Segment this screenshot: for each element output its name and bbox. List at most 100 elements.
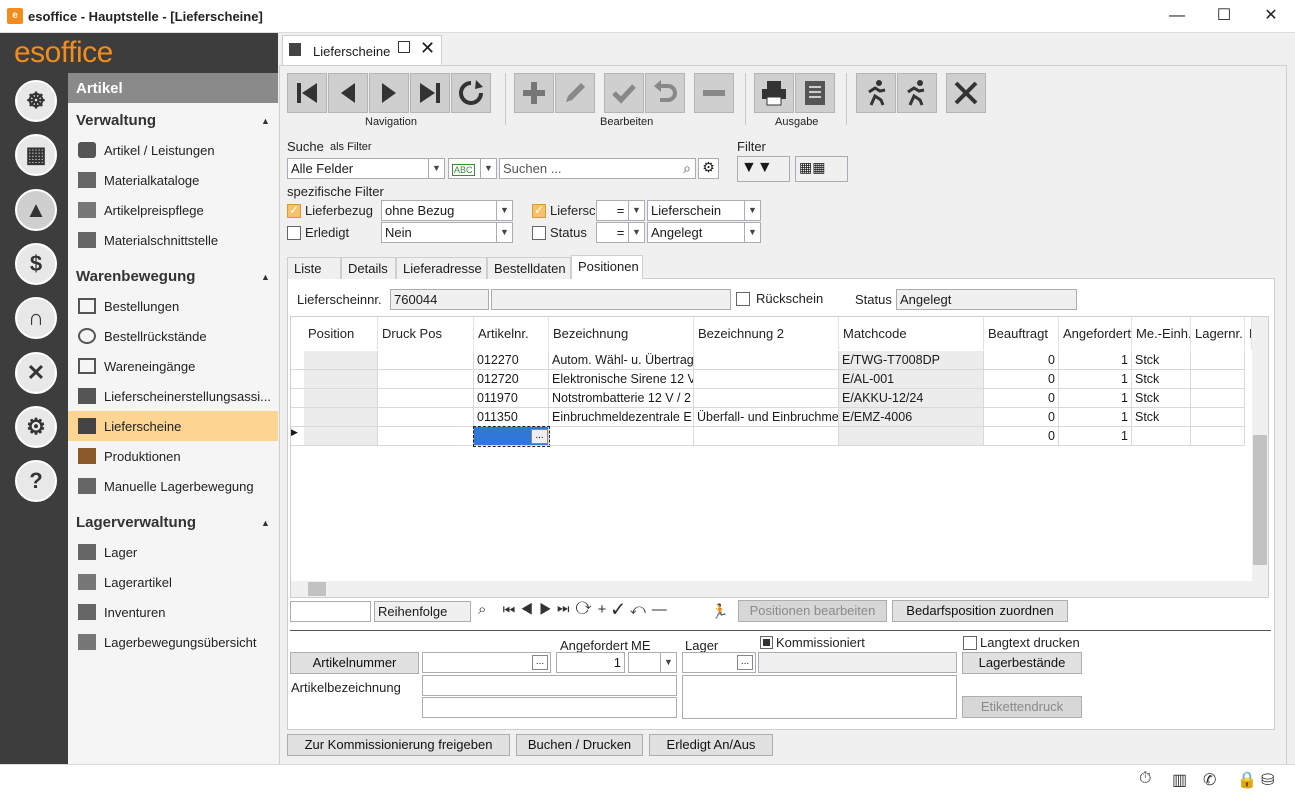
column-header[interactable]: Beauftragt	[984, 317, 1059, 350]
nav-item-bestellungen[interactable]: Bestellungen	[68, 291, 278, 321]
grid-cell[interactable]	[378, 389, 474, 408]
nav-item-wareneingaenge[interactable]: Wareneingänge	[68, 351, 278, 381]
headset-icon[interactable]: ∩	[15, 297, 57, 339]
tab-liste[interactable]: Liste	[287, 257, 341, 279]
grid-cell[interactable]: E/EMZ-4006	[839, 408, 984, 427]
column-header[interactable]: Bezeichnung 2	[694, 317, 839, 350]
grid-cell[interactable]: 0	[984, 427, 1059, 446]
grid-cell[interactable]	[694, 351, 839, 370]
search-input[interactable]: Suchen ... ⌕	[499, 158, 696, 179]
nav-item-lieferscheine[interactable]: Lieferscheine	[68, 411, 278, 441]
filter-funnel-button[interactable]: ▼▼	[737, 156, 790, 182]
grid-cell[interactable]: E/TWG-T7008DP	[839, 351, 984, 370]
grid-cell[interactable]: 011970	[474, 389, 549, 408]
grid-cell[interactable]	[378, 351, 474, 370]
lieferscheintyp-operator[interactable]: = ▼	[596, 200, 645, 221]
refresh-button[interactable]	[451, 73, 491, 113]
wheel-icon[interactable]: ☸	[15, 80, 57, 122]
search-mode-select[interactable]: ABC ▼	[448, 158, 497, 179]
column-header[interactable]: Matchcode	[839, 317, 984, 350]
help-icon[interactable]: ?	[15, 460, 57, 502]
grid-cell[interactable]: Stck	[1132, 370, 1191, 389]
grid-cell[interactable]: Notstrombatterie 12 V / 2	[549, 389, 694, 408]
grid-cell[interactable]: Stck	[1132, 351, 1191, 370]
column-header[interactable]: Bezeichnung	[549, 317, 694, 350]
column-header[interactable]: L	[1245, 317, 1252, 350]
minimize-button[interactable]: —	[1154, 0, 1200, 32]
money-icon[interactable]: $	[15, 243, 57, 285]
grid-cell[interactable]: 0	[984, 370, 1059, 389]
tools-icon[interactable]: ✕	[15, 352, 57, 394]
grid-cell[interactable]: 012720	[474, 370, 549, 389]
ellipsis-button[interactable]: ...	[737, 655, 753, 670]
grid-cell[interactable]	[1191, 408, 1245, 427]
calendar-icon[interactable]: ▦	[15, 134, 57, 176]
alarm-icon[interactable]: ▲	[15, 189, 57, 231]
timer-icon[interactable]: ⏱	[1139, 770, 1151, 788]
external-window-icon[interactable]	[398, 41, 410, 53]
nav-item-inventuren[interactable]: Inventuren	[68, 597, 278, 627]
artikelbezeichnung2-input[interactable]	[422, 697, 677, 718]
langtext-checkbox[interactable]	[963, 636, 977, 650]
filter-grid-button[interactable]: ▦▦	[795, 156, 848, 182]
me-select[interactable]: ▼	[628, 652, 677, 673]
grid-cell[interactable]	[1191, 389, 1245, 408]
nav-item-lager[interactable]: Lager	[68, 537, 278, 567]
building-icon[interactable]: ▥	[1172, 770, 1187, 790]
delete-button[interactable]	[694, 73, 734, 113]
grid-cell[interactable]: Stck	[1132, 389, 1191, 408]
grid-cell[interactable]: 0	[984, 389, 1059, 408]
grid-nav-icons[interactable]: ⌕ ⏮◀▶⏭⟳+✓↶—	[478, 601, 673, 618]
kommissionierung-button[interactable]: Zur Kommissionierung freigeben	[287, 734, 510, 756]
grid-cell[interactable]: 0	[984, 351, 1059, 370]
grid-cell[interactable]: 1	[1059, 408, 1132, 427]
gear-icon[interactable]: ⚙	[698, 158, 719, 179]
grid-cell[interactable]: Überfall- und Einbruchme	[694, 408, 839, 427]
grid-cell[interactable]: 1	[1059, 370, 1132, 389]
nav-item-manuelle-lagerbewegung[interactable]: Manuelle Lagerbewegung	[68, 471, 278, 501]
grid-cell[interactable]: 1	[1059, 427, 1132, 446]
grid-cell[interactable]: Autom. Wähl- u. Übertrag	[549, 351, 694, 370]
grid-cell[interactable]: 1	[1059, 389, 1132, 408]
first-record-button[interactable]	[287, 73, 327, 113]
lieferscheintyp-checkbox[interactable]	[532, 204, 546, 218]
maximize-button[interactable]: ☐	[1201, 0, 1247, 32]
angefordert-input[interactable]: 1	[556, 652, 625, 673]
row-selector[interactable]	[291, 408, 304, 427]
collapse-caret-icon[interactable]: ▲	[261, 116, 270, 126]
collapse-caret-icon[interactable]: ▲	[261, 272, 270, 282]
grid-cell[interactable]: 1	[1059, 351, 1132, 370]
nav-item-lieferscheinerstellungsassistent[interactable]: Lieferscheinerstellungsassi...	[68, 381, 278, 411]
scrollbar-thumb[interactable]	[1253, 435, 1267, 565]
row-selector[interactable]	[291, 351, 304, 370]
nav-item-lagerbewegungsuebersicht[interactable]: Lagerbewegungsübersicht	[68, 627, 278, 657]
grid-cell[interactable]	[304, 351, 378, 370]
collapse-caret-icon[interactable]: ▲	[261, 518, 270, 528]
hscroll-thumb[interactable]	[308, 582, 326, 596]
run-right-button[interactable]	[897, 73, 937, 113]
phone-icon[interactable]: ✆	[1203, 770, 1216, 790]
lieferbezug-select[interactable]: ohne Bezug ▼	[381, 200, 513, 221]
close-tab-icon[interactable]: ✕	[420, 38, 435, 59]
database-icon[interactable]: ⛁	[1261, 770, 1274, 790]
erledigt-toggle-button[interactable]: Erledigt An/Aus	[649, 734, 773, 756]
undo-button[interactable]	[645, 73, 685, 113]
buchen-drucken-button[interactable]: Buchen / Drucken	[516, 734, 643, 756]
grid-cell[interactable]	[378, 408, 474, 427]
grid-search-input[interactable]	[290, 601, 371, 622]
artikelnummer-button[interactable]: Artikelnummer	[290, 652, 419, 674]
grid-cell[interactable]	[694, 389, 839, 408]
grid-cell[interactable]	[839, 427, 984, 446]
grid-cell[interactable]	[694, 370, 839, 389]
ellipsis-button[interactable]: ...	[531, 429, 548, 444]
output-list-button[interactable]	[795, 73, 835, 113]
grid-cell[interactable]: E/AL-001	[839, 370, 984, 389]
edit-positions-button[interactable]: Positionen bearbeiten	[738, 600, 887, 622]
grid-cell[interactable]: 012270	[474, 351, 549, 370]
grid-cell[interactable]	[1191, 370, 1245, 389]
lagerbestaende-button[interactable]: Lagerbestände	[962, 652, 1082, 674]
grid-cell[interactable]	[1132, 427, 1191, 446]
row-selector[interactable]	[291, 370, 304, 389]
column-header[interactable]: Lagernr.	[1191, 317, 1245, 350]
grid-cell[interactable]	[378, 427, 474, 446]
